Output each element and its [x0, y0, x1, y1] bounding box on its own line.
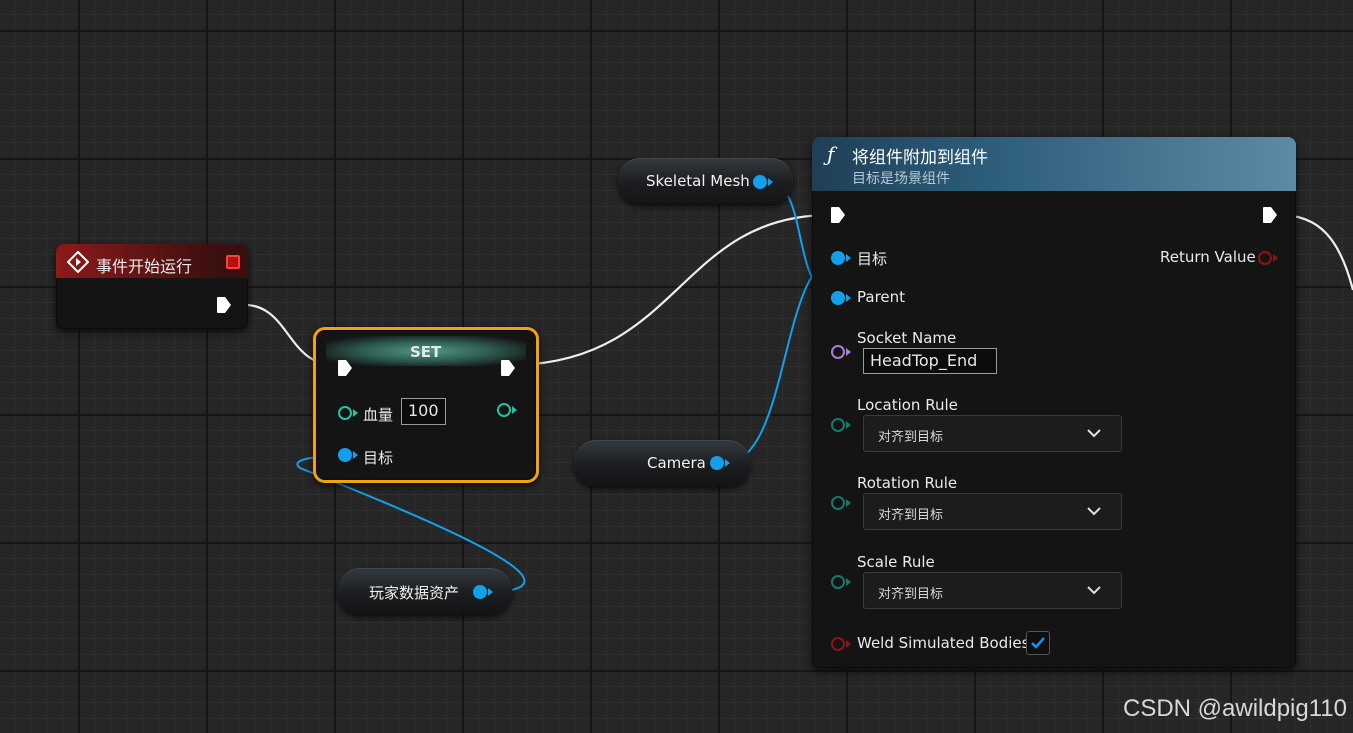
parent-arrow-icon: [846, 294, 851, 302]
weld-simulated-bodies-checkbox[interactable]: [1026, 631, 1050, 655]
socket-name-label: Socket Name: [857, 329, 957, 347]
set-exec-in-pin[interactable]: [337, 359, 353, 377]
rotation-rule-arrow-icon: [846, 499, 851, 507]
return-value-arrow-icon: [1273, 254, 1278, 262]
scale-rule-arrow-icon: [846, 578, 851, 586]
chevron-down-icon: [1087, 429, 1101, 438]
health-in-arrow-icon: [353, 409, 358, 417]
set-target-pin[interactable]: [338, 448, 352, 462]
rotation-rule-label: Rotation Rule: [857, 474, 958, 492]
attach-target-label: 目标: [857, 250, 888, 268]
set-target-label: 目标: [363, 449, 394, 467]
chevron-down-icon: [1087, 507, 1101, 516]
weld-simulated-bodies-label: Weld Simulated Bodies: [857, 634, 1030, 652]
attach-target-pin[interactable]: [831, 251, 845, 265]
skeletal-mesh-out-pin[interactable]: [753, 175, 767, 189]
health-out-pin[interactable]: [497, 403, 511, 417]
watermark-text: CSDN @awildpig110: [1122, 695, 1347, 722]
health-in-pin[interactable]: [338, 406, 352, 420]
set-variable-node[interactable]: SET 血量 100 目标: [313, 327, 539, 483]
scale-rule-value: 对齐到目标: [878, 587, 944, 602]
return-value-pin[interactable]: [1258, 251, 1272, 265]
event-node-title: 事件开始运行: [96, 257, 193, 276]
attach-node-title: 将组件附加到组件: [852, 148, 988, 168]
location-rule-pin[interactable]: [831, 418, 845, 432]
player-data-getter-node[interactable]: 玩家数据资产: [338, 568, 512, 614]
attach-component-node[interactable]: ƒ 将组件附加到组件 目标是场景组件 目标 Return Value Paren…: [812, 137, 1296, 668]
player-data-label: 玩家数据资产: [369, 584, 460, 602]
return-value-label: Return Value: [1160, 248, 1256, 266]
location-rule-value: 对齐到目标: [878, 430, 944, 445]
set-target-arrow-icon: [353, 451, 358, 459]
parent-label: Parent: [857, 288, 906, 306]
chevron-down-icon: [1087, 586, 1101, 595]
player-data-out-pin[interactable]: [473, 585, 487, 599]
health-out-arrow-icon: [512, 406, 517, 414]
parent-pin[interactable]: [831, 291, 845, 305]
weld-arrow-icon: [846, 640, 851, 648]
scale-rule-label: Scale Rule: [857, 553, 935, 571]
attach-exec-out-pin[interactable]: [1262, 206, 1278, 224]
socket-name-pin[interactable]: [831, 345, 845, 359]
socket-name-input[interactable]: HeadTop_End: [863, 348, 997, 374]
scale-rule-pin[interactable]: [831, 575, 845, 589]
exec-wire-set-to-attach: [517, 213, 831, 367]
camera-getter-node[interactable]: Camera: [574, 440, 750, 486]
set-node-title: SET: [410, 343, 442, 361]
health-label: 血量: [363, 406, 394, 424]
skeletal-mesh-arrow-icon: [768, 178, 773, 186]
scale-rule-dropdown[interactable]: 对齐到目标: [863, 572, 1122, 609]
player-data-arrow-icon: [488, 588, 493, 596]
location-rule-dropdown[interactable]: 对齐到目标: [863, 415, 1122, 452]
set-exec-out-pin[interactable]: [500, 359, 516, 377]
camera-label: Camera: [647, 454, 706, 472]
rotation-rule-dropdown[interactable]: 对齐到目标: [863, 493, 1122, 530]
camera-arrow-icon: [725, 459, 730, 467]
location-rule-arrow-icon: [846, 421, 851, 429]
delegate-pin-icon[interactable]: [226, 255, 240, 269]
location-rule-label: Location Rule: [857, 396, 958, 414]
attach-target-arrow-icon: [846, 254, 851, 262]
function-icon: ƒ: [827, 142, 835, 166]
skeletal-mesh-label: Skeletal Mesh: [646, 172, 750, 190]
event-begin-play-node[interactable]: 事件开始运行: [56, 244, 248, 329]
attach-exec-in-pin[interactable]: [830, 206, 846, 224]
health-value-input[interactable]: 100: [401, 398, 446, 425]
attach-node-subtitle: 目标是场景组件: [852, 171, 950, 187]
rotation-rule-pin[interactable]: [831, 496, 845, 510]
socket-name-arrow-icon: [846, 348, 851, 356]
rotation-rule-value: 对齐到目标: [878, 508, 944, 523]
camera-out-pin[interactable]: [710, 456, 724, 470]
skeletal-mesh-getter-node[interactable]: Skeletal Mesh: [618, 158, 793, 204]
exec-out-pin[interactable]: [216, 296, 232, 314]
weld-simulated-bodies-pin[interactable]: [831, 637, 845, 651]
event-diamond-icon: [67, 251, 89, 273]
checkmark-icon: [1031, 637, 1045, 649]
